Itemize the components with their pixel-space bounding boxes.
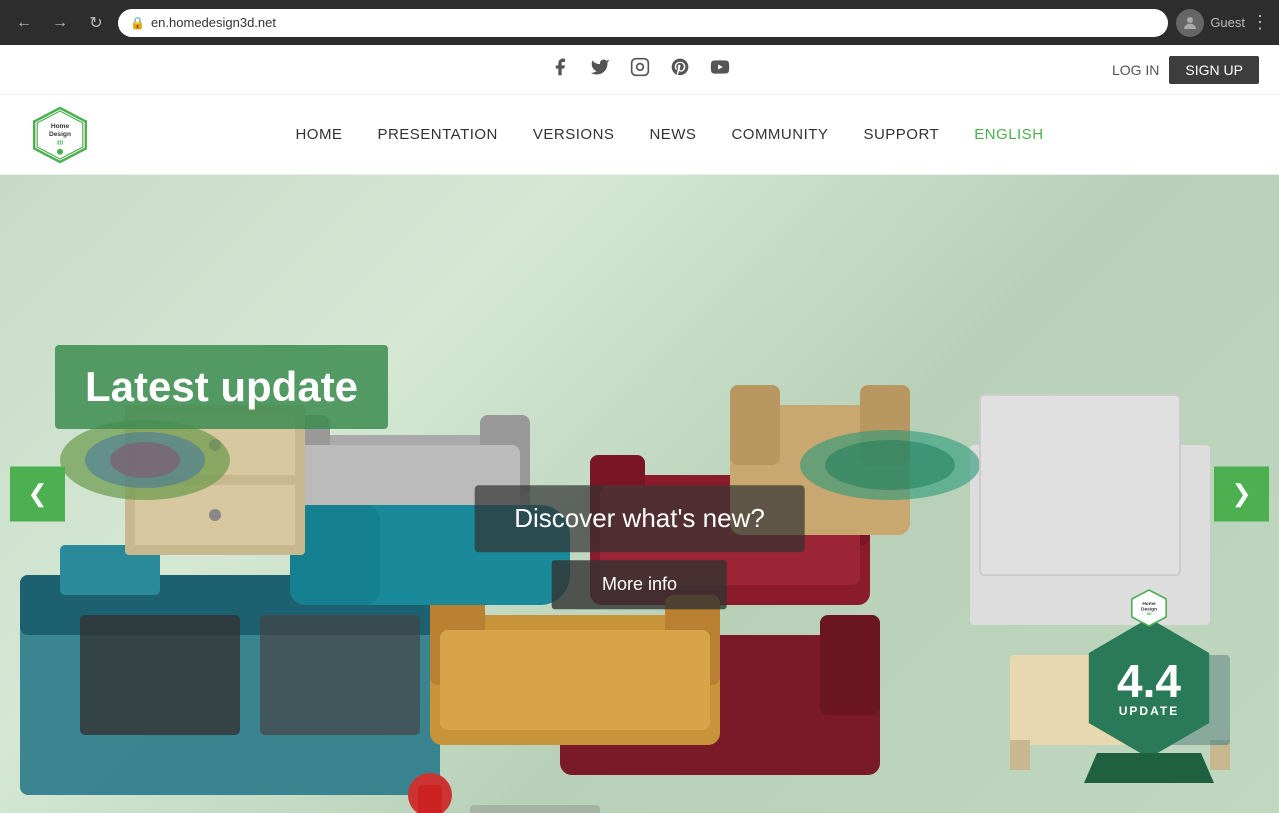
more-info-button[interactable]: More info xyxy=(552,560,727,609)
nav-english[interactable]: ENGLISH xyxy=(974,126,1043,143)
profile-icon[interactable] xyxy=(1176,9,1204,37)
nav-bar: Home Design 3D HOME PRESENTATION VERSION… xyxy=(0,95,1279,175)
social-icons-bar xyxy=(550,57,730,82)
nav-home[interactable]: HOME xyxy=(295,126,342,143)
update-hex-bottom xyxy=(1084,753,1214,783)
update-hex-shape: 4.4 UPDATE xyxy=(1079,618,1219,758)
version-update-badge: Home Design 3D 4.4 UPDATE xyxy=(1079,588,1219,783)
carousel-prev-button[interactable]: ❮ xyxy=(10,467,65,522)
profile-area: Guest ⋮ xyxy=(1176,9,1269,37)
youtube-icon[interactable] xyxy=(710,57,730,82)
browser-chrome: ← → ↻ 🔒 en.homedesign3d.net Guest ⋮ xyxy=(0,0,1279,45)
login-button[interactable]: LOG IN xyxy=(1112,62,1159,78)
nav-news[interactable]: NEWS xyxy=(649,126,696,143)
forward-button[interactable]: → xyxy=(46,9,74,37)
hero-section: Latest update Discover what's new? More … xyxy=(0,175,1279,813)
nav-versions[interactable]: VERSIONS xyxy=(533,126,615,143)
auth-buttons: LOG IN SIGN UP xyxy=(1112,56,1259,84)
address-bar[interactable]: 🔒 en.homedesign3d.net xyxy=(118,9,1168,37)
svg-text:Home: Home xyxy=(1142,601,1156,607)
version-number: 4.4 xyxy=(1117,658,1181,704)
main-nav: HOME PRESENTATION VERSIONS NEWS COMMUNIT… xyxy=(295,126,1043,143)
nav-community[interactable]: COMMUNITY xyxy=(731,126,828,143)
svg-text:Design: Design xyxy=(49,131,71,138)
reload-button[interactable]: ↻ xyxy=(82,9,110,37)
svg-text:3D: 3D xyxy=(57,140,64,146)
hero-cta: Discover what's new? More info xyxy=(474,465,805,609)
svg-text:3D: 3D xyxy=(1146,611,1151,616)
discover-text: Discover what's new? xyxy=(474,485,805,552)
facebook-icon[interactable] xyxy=(550,57,570,82)
back-button[interactable]: ← xyxy=(10,9,38,37)
lock-icon: 🔒 xyxy=(130,16,145,30)
menu-dots-icon[interactable]: ⋮ xyxy=(1251,12,1269,33)
signup-button[interactable]: SIGN UP xyxy=(1169,56,1259,84)
instagram-icon[interactable] xyxy=(630,57,650,82)
update-label: UPDATE xyxy=(1119,704,1179,718)
pinterest-icon[interactable] xyxy=(670,57,690,82)
nav-presentation[interactable]: PRESENTATION xyxy=(377,126,497,143)
logo[interactable]: Home Design 3D xyxy=(30,105,90,165)
site-header: LOG IN SIGN UP xyxy=(0,45,1279,95)
svg-text:Home: Home xyxy=(51,122,70,129)
latest-update-badge: Latest update xyxy=(55,345,388,429)
username-text: Guest xyxy=(1210,15,1245,30)
twitter-icon[interactable] xyxy=(590,57,610,82)
url-text: en.homedesign3d.net xyxy=(151,15,1156,30)
carousel-next-button[interactable]: ❯ xyxy=(1214,467,1269,522)
nav-support[interactable]: SUPPORT xyxy=(863,126,939,143)
